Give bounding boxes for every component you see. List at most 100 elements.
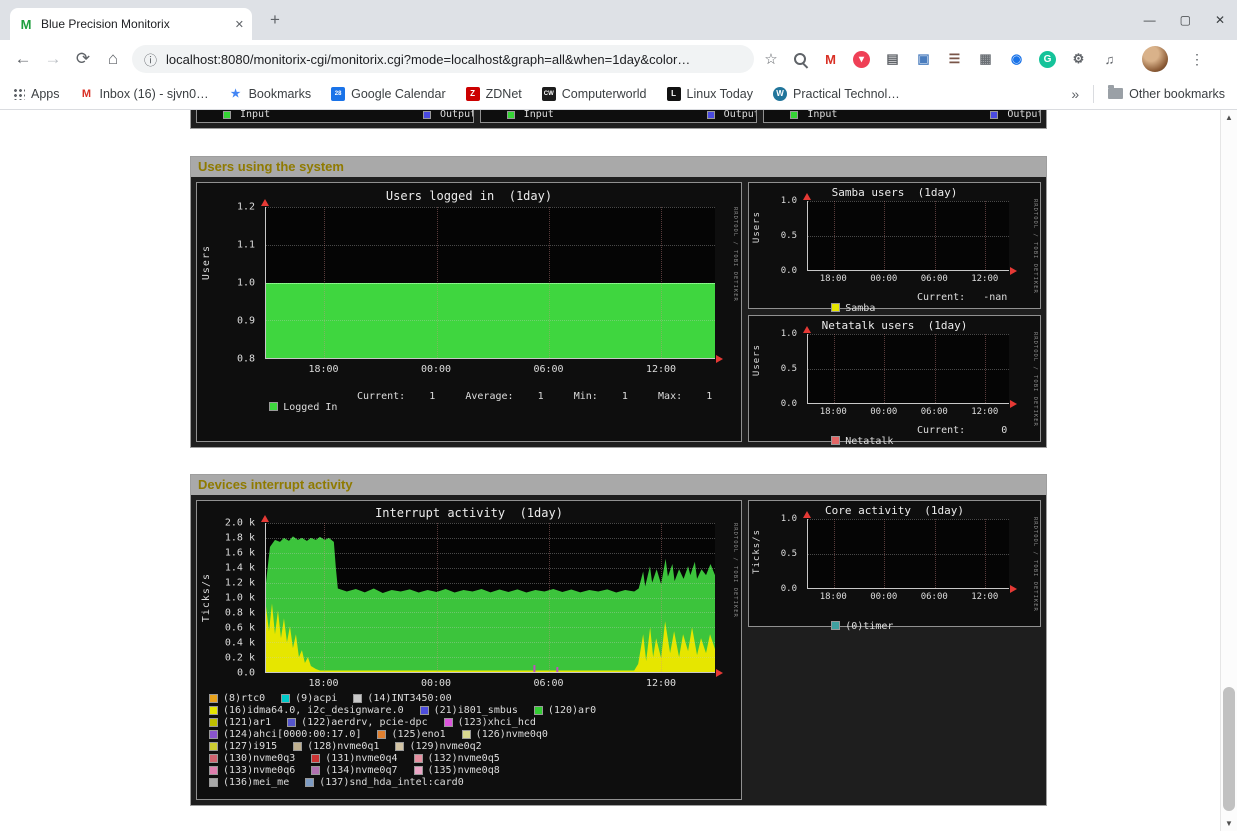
legend-swatch — [414, 754, 423, 763]
gridline — [266, 538, 715, 539]
gridline — [985, 201, 986, 270]
gridline — [834, 334, 835, 403]
y-tick-label: 0.5 — [781, 549, 797, 559]
legend-item: (132)nvme0q5 — [414, 753, 500, 764]
scroll-up-arrow[interactable]: ▲ — [1221, 110, 1237, 125]
back-button[interactable]: ← — [8, 44, 38, 74]
bookmark-bookmarks-label: Bookmarks — [249, 87, 312, 101]
bookmark-star-icon[interactable]: ☆ — [758, 50, 784, 68]
browser-tab[interactable]: M Blue Precision Monitorix ✕ — [10, 8, 252, 40]
playlist-icon[interactable]: ♫ — [1101, 51, 1118, 68]
legend-label: Netatalk — [845, 436, 893, 447]
close-window-button[interactable]: ✕ — [1215, 13, 1225, 27]
section-users: Users using the system Users logged in (… — [190, 156, 1047, 448]
partial-graph-2[interactable]: Input Output — [480, 110, 758, 123]
core-activity-graph[interactable]: Core activity (1day) Ticks/s 1.00.50.0 1… — [748, 500, 1041, 627]
bookmarks-overflow-chevron[interactable]: » — [1071, 86, 1079, 102]
legend-swatch — [209, 754, 218, 763]
new-tab-button[interactable]: + — [264, 10, 286, 30]
section-interrupts-title: Devices interrupt activity — [191, 475, 1046, 495]
gridline — [266, 283, 715, 284]
legend-swatch — [223, 111, 231, 119]
y-tick-label: 0.0 — [781, 399, 797, 409]
bookmark-computerworld[interactable]: CWComputerworld — [542, 87, 647, 101]
settings-icon[interactable]: ⚙ — [1070, 51, 1087, 68]
legend-item: (131)nvme0q4 — [311, 753, 397, 764]
partial-graph-1[interactable]: Input Output — [196, 110, 474, 123]
users-logged-in-graph[interactable]: Users logged in (1day) Users 1.21.11.00.… — [196, 182, 742, 442]
samba-users-graph[interactable]: Samba users (1day) Users 1.00.50.0 18:00… — [748, 182, 1041, 309]
legend-label: (0)timer — [845, 621, 893, 632]
vertical-scrollbar[interactable]: ▲ ▼ — [1220, 110, 1237, 831]
legend-swatch — [444, 718, 453, 727]
bookmark-bookmarks[interactable]: ★Bookmarks — [229, 87, 312, 101]
reload-button[interactable]: ⟳ — [68, 44, 98, 74]
profile-avatar[interactable] — [1142, 46, 1168, 72]
y-tick-label: 1.1 — [237, 240, 255, 251]
bookmark-zdnet[interactable]: ZZDNet — [466, 87, 522, 101]
browser-menu-icon[interactable]: ⋮ — [1190, 51, 1204, 68]
forward-button[interactable]: → — [38, 44, 68, 74]
page-info-icon[interactable]: ⓘ — [144, 50, 157, 69]
bookmark-inbox[interactable]: MInbox (16) - sjvn0… — [80, 87, 209, 101]
y-tick-label: 1.4 k — [225, 563, 255, 574]
tab-close-icon[interactable]: ✕ — [235, 18, 244, 31]
minimize-button[interactable]: — — [1144, 13, 1156, 27]
apps-shortcut[interactable]: Apps — [12, 87, 60, 101]
search-icon[interactable] — [792, 51, 808, 67]
partial-graph-3[interactable]: Input Output — [763, 110, 1041, 123]
scrollbar-thumb[interactable] — [1223, 687, 1235, 811]
url-bar[interactable]: ⓘ localhost:8080/monitorix-cgi/monitorix… — [132, 45, 754, 73]
legend-item: (135)nvme0q8 — [414, 765, 500, 776]
legend-label: Output — [724, 110, 758, 120]
y-tick-label: 0.5 — [781, 364, 797, 374]
x-axis-arrow — [716, 355, 723, 363]
gridline — [808, 519, 1009, 520]
y-tick-label: 0.8 — [237, 354, 255, 365]
other-bookmarks[interactable]: Other bookmarks — [1108, 87, 1225, 101]
gridline — [834, 201, 835, 270]
bookmark-linux-today-icon: L — [667, 87, 681, 101]
bookmark-linux-today[interactable]: LLinux Today — [667, 87, 754, 101]
gridline — [808, 403, 1009, 404]
screenshot-icon[interactable]: ◉ — [1008, 51, 1025, 68]
legend-swatch — [209, 706, 218, 715]
stack-icon[interactable]: ☰ — [946, 51, 963, 68]
gridline — [437, 207, 438, 358]
url-text[interactable]: localhost:8080/monitorix-cgi/monitorix.c… — [166, 52, 742, 67]
x-tick-label: 00:00 — [870, 592, 897, 602]
scroll-down-arrow[interactable]: ▼ — [1221, 816, 1237, 831]
bookmark-practical-technology[interactable]: WPractical Technol… — [773, 87, 900, 101]
grammarly-icon[interactable]: G — [1039, 51, 1056, 68]
gridline — [935, 519, 936, 588]
x-tick-label: 18:00 — [820, 407, 847, 417]
interrupt-activity-graph[interactable]: Interrupt activity (1day) Ticks/s 2.0 k1… — [196, 500, 742, 800]
rrdtool-watermark: RRDTOOL / TOBI OETIKER — [732, 207, 738, 302]
maximize-button[interactable]: ▢ — [1180, 13, 1191, 27]
copy-pages-icon[interactable]: ▤ — [884, 51, 901, 68]
gmail-icon[interactable]: M — [822, 51, 839, 68]
legend-item: (125)eno1 — [377, 729, 445, 740]
bookmark-zdnet-label: ZDNet — [486, 87, 522, 101]
page-content: Input Output Input Output Input Output U… — [0, 110, 1237, 831]
legend-swatch — [507, 111, 515, 119]
home-button[interactable]: ⌂ — [98, 44, 128, 74]
partial-graph-row: Input Output Input Output Input Output — [190, 110, 1047, 129]
legend-swatch — [287, 718, 296, 727]
pocket-icon[interactable]: ▾ — [853, 51, 870, 68]
folder-icon — [1108, 88, 1123, 99]
notes-icon[interactable]: ▣ — [915, 51, 932, 68]
x-axis-arrow — [1010, 267, 1017, 275]
netatalk-users-graph[interactable]: Netatalk users (1day) Users 1.00.50.0 18… — [748, 315, 1041, 442]
gridline — [808, 588, 1009, 589]
y-tick-label: 0.0 — [237, 668, 255, 679]
section-interrupts: Devices interrupt activity Interrupt act… — [190, 474, 1047, 806]
legend-label: Input — [240, 110, 270, 120]
y-axis-arrow — [261, 515, 269, 522]
x-axis-arrow — [1010, 585, 1017, 593]
vault-icon[interactable]: ▦ — [977, 51, 994, 68]
gridline — [808, 236, 1009, 237]
bookmark-google-calendar-label: Google Calendar — [351, 87, 446, 101]
bookmark-google-calendar[interactable]: 28Google Calendar — [331, 87, 446, 101]
legend-item: (120)ar0 — [534, 705, 596, 716]
